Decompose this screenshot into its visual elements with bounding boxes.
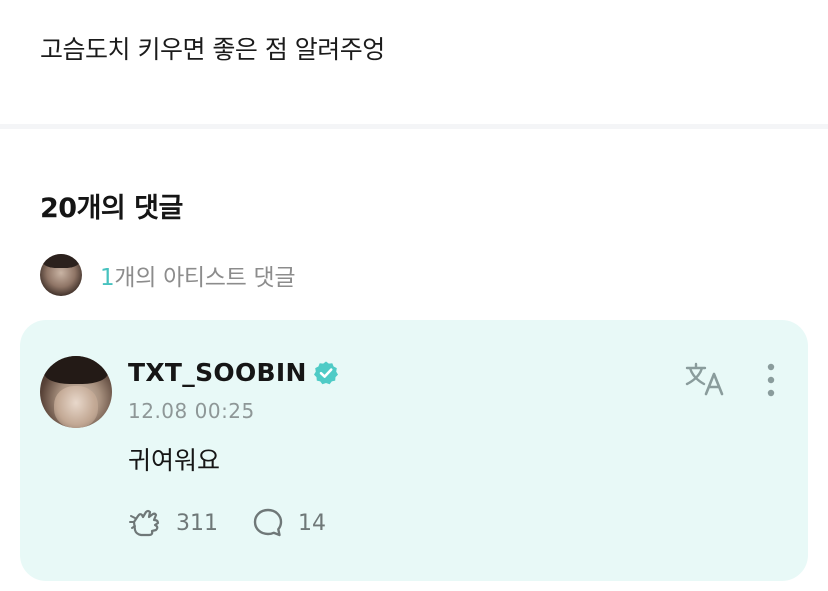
artist-comment-count: 1 [100, 265, 115, 291]
reply-count: 14 [298, 510, 326, 536]
author-name: TXT_SOOBIN [128, 358, 307, 387]
artist-comment-label-text: 개의 아티스트 댓글 [114, 265, 296, 291]
artist-comment-card: TXT_SOOBIN 12.08 00:25 귀여워요 311 14 [20, 320, 808, 581]
comment-text: 귀여워요 [128, 446, 221, 475]
more-options-icon[interactable] [764, 362, 778, 398]
speech-bubble-icon [253, 508, 283, 537]
author-name-row[interactable]: TXT_SOOBIN [128, 358, 339, 387]
comment-timestamp: 12.08 00:25 [128, 399, 255, 423]
like-count: 311 [176, 510, 218, 536]
post-body-text: 고슴도치 키우면 좋은 점 알려주엉 [40, 35, 385, 64]
comment-actions: 311 14 [128, 507, 360, 539]
artist-avatar [40, 254, 82, 296]
artist-comments-label: 1개의 아티스트 댓글 [100, 258, 296, 292]
section-divider [0, 124, 828, 129]
like-button[interactable]: 311 [128, 508, 218, 538]
verified-badge-icon [313, 361, 338, 384]
comment-count-heading: 20개의 댓글 [40, 193, 183, 224]
author-avatar[interactable] [40, 356, 112, 428]
artist-comments-filter[interactable]: 1개의 아티스트 댓글 [40, 254, 296, 296]
reply-button[interactable]: 14 [252, 507, 326, 539]
translate-icon[interactable] [684, 362, 728, 396]
comments-screen: 고슴도치 키우면 좋은 점 알려주엉 20개의 댓글 1개의 아티스트 댓글 T… [0, 0, 828, 591]
cheer-hand-icon [129, 509, 160, 537]
